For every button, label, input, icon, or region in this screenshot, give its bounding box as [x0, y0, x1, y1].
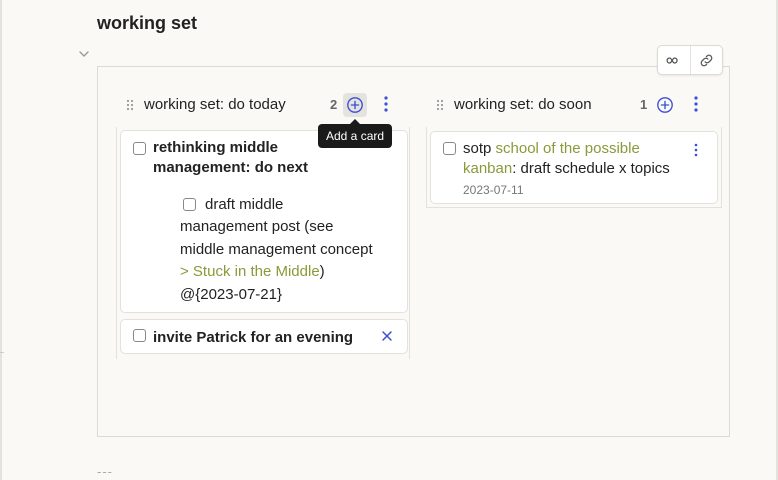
add-card-button[interactable]: [653, 93, 677, 117]
add-card-button[interactable]: [343, 93, 367, 117]
card-checkbox[interactable]: [133, 329, 146, 342]
card-suffix: : draft schedule x topics: [512, 160, 670, 177]
card-title-line1: sotp school of the possible: [463, 139, 640, 158]
subtask-line-4: > Stuck in the Middle): [180, 261, 325, 284]
card-title: invite Patrick for an evening: [153, 329, 354, 346]
add-card-tooltip: Add a card: [318, 119, 393, 148]
more-vertical-icon[interactable]: [694, 143, 698, 157]
left-edge: [0, 0, 2, 480]
subtask-text-3: ): [319, 263, 325, 280]
lane-card-count: 2: [330, 97, 338, 112]
infinity-icon[interactable]: [658, 46, 690, 74]
close-icon[interactable]: [381, 330, 393, 342]
lane-menu-button[interactable]: [380, 96, 392, 114]
lane-menu-button[interactable]: [690, 96, 702, 114]
subtask-text-1: draft middle: [205, 196, 284, 213]
board-toolbar: [657, 45, 723, 75]
more-vertical-icon: [384, 96, 388, 112]
horizontal-rule-marker: ---: [97, 464, 113, 479]
card-title-line1: rethinking middle: [153, 139, 279, 156]
lane-title: working set: do soon: [454, 96, 592, 113]
left-tick: [0, 352, 4, 353]
card-prefix: sotp: [463, 140, 496, 157]
card-link-2[interactable]: kanban: [463, 160, 512, 177]
subtask-text-2: management post (see: [180, 218, 334, 235]
card-title-line2: kanban: draft schedule x topics: [463, 159, 670, 178]
drag-handle-icon[interactable]: [126, 99, 134, 111]
chevron-down-icon[interactable]: [77, 47, 91, 61]
card-checkbox[interactable]: [133, 142, 146, 155]
plus-circle-icon: [657, 97, 673, 113]
plus-circle-icon: [347, 97, 363, 113]
subtask-link-2[interactable]: > Stuck in the Middle: [180, 263, 320, 280]
card[interactable]: sotp school of the possible kanban: draf…: [430, 131, 718, 204]
card-link-1[interactable]: school of the possible: [496, 140, 640, 157]
card[interactable]: invite Patrick for an evening: [120, 319, 408, 354]
card-date: 2023-07-11: [463, 183, 524, 197]
drag-handle-icon[interactable]: [436, 99, 444, 111]
card[interactable]: rethinking middle management: do next dr…: [120, 130, 408, 313]
subtask-checkbox[interactable]: [183, 198, 196, 211]
lane-title: working set: do today: [144, 96, 286, 113]
lane-card-count: 1: [640, 97, 648, 112]
more-vertical-icon: [694, 96, 698, 112]
subtask-link-1[interactable]: middle management concept: [180, 239, 373, 262]
card-title-line2: management: do next: [153, 159, 309, 176]
link-icon[interactable]: [689, 46, 723, 74]
page-heading: working set: [97, 13, 198, 33]
subtask-date: @{2023-07-21}: [180, 286, 282, 303]
card-checkbox[interactable]: [443, 142, 456, 155]
